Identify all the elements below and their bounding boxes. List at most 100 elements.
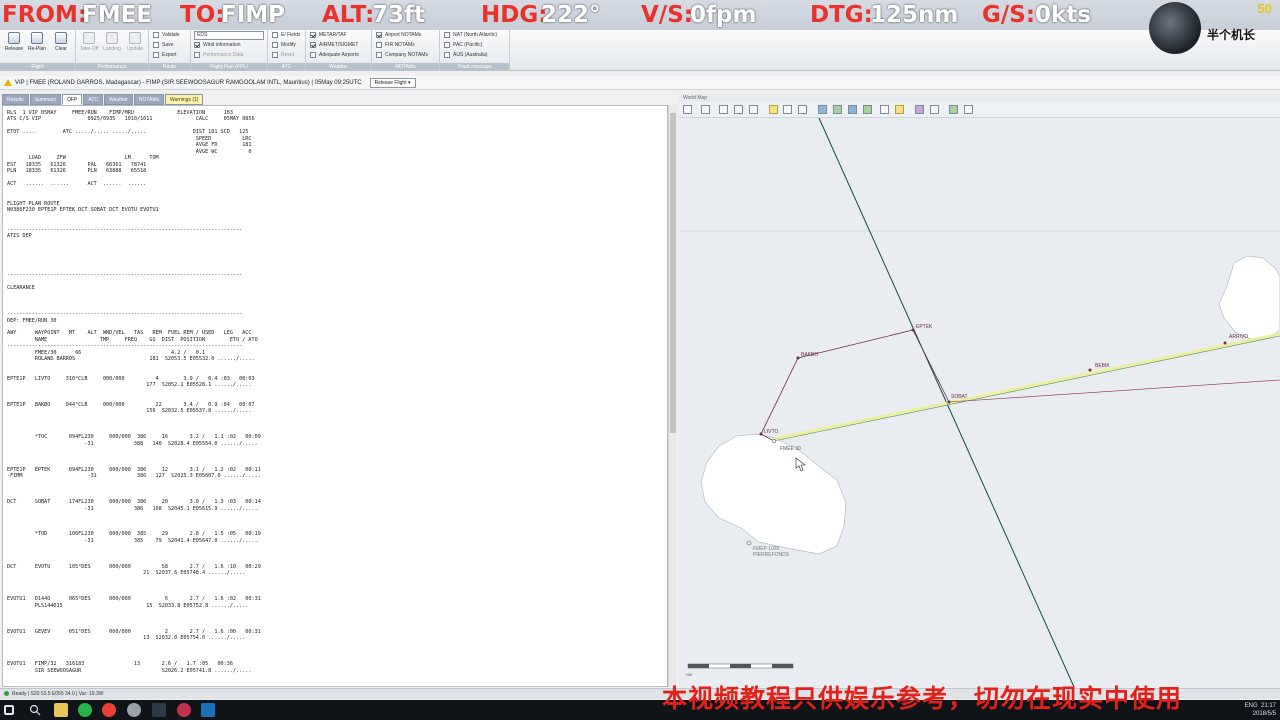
measure-icon[interactable] [949, 105, 958, 114]
tab-ofp[interactable]: OFP [62, 94, 83, 105]
eptek-label: EPTEK [916, 324, 933, 330]
airmet-sigmet-checkbox[interactable]: AIRMET/SIGMET [310, 40, 358, 50]
livto-waypoint[interactable] [759, 432, 763, 436]
reunion-island [700, 433, 847, 555]
clock-time[interactable]: 21:17 [1261, 703, 1276, 709]
ribbon-group-notams: Airport NOTAMs FIR NOTAMs Company NOTAMs… [372, 30, 440, 71]
layer-navaids-icon[interactable] [848, 105, 857, 114]
refresh-icon[interactable] [964, 105, 973, 114]
bakbo-waypoint[interactable] [796, 356, 800, 360]
fmee-waypoint[interactable] [771, 438, 777, 444]
recorder-icon[interactable] [177, 703, 191, 717]
clear-button[interactable]: Clear [50, 32, 72, 60]
eptek-waypoint[interactable] [911, 328, 915, 332]
bebik-waypoint[interactable] [1088, 368, 1092, 372]
layer-fir-icon[interactable] [880, 105, 889, 114]
app-icon[interactable] [127, 703, 141, 717]
flight-info-bar: VIP | FMEE (ROLAND GARROS, Madagascar) -… [0, 76, 1280, 90]
update-icon [129, 32, 141, 44]
landing-button[interactable]: Landing [101, 32, 123, 60]
bebik-label: BEBIK [1095, 363, 1110, 369]
zoom-in-icon[interactable] [719, 105, 728, 114]
world-map[interactable]: EPTEK BAKBO LIVTO FMEE 30 SOBAT BEBIK AR… [679, 118, 1280, 687]
layer-notam-icon[interactable] [915, 105, 924, 114]
aus-checkbox[interactable]: AUS (Australia) [444, 50, 487, 60]
tab-warnings[interactable]: Warnings (1) [165, 94, 204, 105]
layer-weather-icon[interactable] [895, 105, 904, 114]
wechat-icon[interactable] [78, 703, 92, 717]
group-label: Flight Plan (FPL) [191, 63, 267, 71]
release-button[interactable]: Release [3, 32, 25, 60]
company-notams-checkbox[interactable]: Company NOTAMs [376, 50, 428, 60]
clock-date[interactable]: 2018/5/5 [1253, 711, 1276, 717]
pan-icon[interactable] [769, 105, 778, 114]
checkbox-icon [444, 52, 450, 58]
search-icon[interactable] [28, 703, 42, 717]
layer-airways-icon[interactable] [818, 105, 827, 114]
logo-badge: 50 [1257, 1, 1272, 16]
group-label: Track message [440, 63, 509, 71]
save-button[interactable]: Save [153, 40, 173, 50]
e-fields-button[interactable]: E/ Fields [272, 30, 300, 40]
tab-results[interactable]: Results [2, 94, 29, 105]
modify-button[interactable]: Modify [272, 40, 296, 50]
performance-data-checkbox[interactable]: Performance Data [194, 50, 244, 60]
arrivo-waypoint[interactable] [1223, 341, 1227, 345]
pac-checkbox[interactable]: PAC (Pacific) [444, 40, 482, 50]
north-up-icon[interactable] [798, 105, 807, 114]
takeoff-button[interactable]: Take-Off [78, 32, 100, 60]
fpl-format-select[interactable]: EDS [194, 31, 264, 40]
zoom-out-icon[interactable] [734, 105, 743, 114]
scrollbar-thumb[interactable] [670, 113, 676, 433]
video-disclaimer-subtitle: 本视频教程只供娱乐参考，切勿在现实中使用 [662, 684, 1183, 713]
tab-notams[interactable]: NOTAMs [133, 94, 165, 105]
map-select-icon[interactable] [683, 105, 692, 114]
mauritius-island [1218, 255, 1280, 341]
ofp-scrollbar[interactable] [668, 105, 677, 687]
chrome-icon[interactable] [102, 703, 116, 717]
zoom-fit-icon[interactable] [749, 105, 758, 114]
checkbox-icon [310, 42, 316, 48]
ribbon-group-track: NAT (North Atlantic) PAC (Pacific) AUS (… [440, 30, 510, 71]
release-flight-dropdown[interactable]: Release Flight ▾ [369, 77, 416, 88]
replan-button[interactable]: Re-Plan [26, 32, 48, 60]
map-canvas[interactable]: EPTEK BAKBO LIVTO FMEE 30 SOBAT BEBIK AR… [679, 118, 1280, 687]
file-explorer-icon[interactable] [54, 703, 68, 717]
sobat-waypoint[interactable] [947, 400, 951, 404]
result-tabs: Results Summary OFP ATC Weather NOTAMs W… [2, 94, 204, 105]
crosshair-icon[interactable] [783, 105, 792, 114]
xplane-icon[interactable] [201, 703, 215, 717]
status-ok-icon [4, 691, 9, 697]
wind-information-checkbox[interactable]: Wind information [194, 40, 241, 50]
adequate-airports-checkbox[interactable]: Adequate Airports [310, 50, 359, 60]
airport-notams-checkbox[interactable]: Airport NOTAMs [376, 30, 421, 40]
fmee-label: FMEE 30 [780, 446, 801, 452]
tab-summary[interactable]: Summary [29, 94, 62, 105]
validate-button[interactable]: Validate [153, 30, 180, 40]
layer-terrain-icon[interactable] [833, 105, 842, 114]
fmep-airport[interactable] [746, 540, 752, 546]
checkbox-icon [310, 52, 316, 58]
metar-taf-checkbox[interactable]: METAR/TAF [310, 30, 347, 40]
group-label: Performance [76, 63, 148, 71]
reset-button[interactable]: Reset [272, 50, 294, 60]
nat-checkbox[interactable]: NAT (North Atlantic) [444, 30, 497, 40]
ribbon-group-atc: E/ Fields Modify Reset ATC [268, 30, 306, 71]
reset-icon [272, 52, 278, 58]
update-button[interactable]: Update [124, 32, 146, 60]
takeoff-icon [83, 32, 95, 44]
replan-icon [31, 32, 43, 44]
obs-icon[interactable] [152, 703, 166, 717]
start-icon[interactable] [4, 705, 14, 715]
print-icon[interactable] [701, 105, 710, 114]
layer-settings-icon[interactable] [930, 105, 939, 114]
export-button[interactable]: Export [153, 50, 176, 60]
map-title: World Map [679, 94, 1280, 102]
tab-atc[interactable]: ATC [83, 94, 104, 105]
layer-airports-icon[interactable] [863, 105, 872, 114]
tab-weather[interactable]: Weather [104, 94, 133, 105]
fir-notams-checkbox[interactable]: FIR NOTAMs [376, 40, 415, 50]
map-toolbar [679, 102, 1280, 118]
language-indicator[interactable]: ENG [1245, 703, 1258, 709]
export-icon [153, 52, 159, 58]
